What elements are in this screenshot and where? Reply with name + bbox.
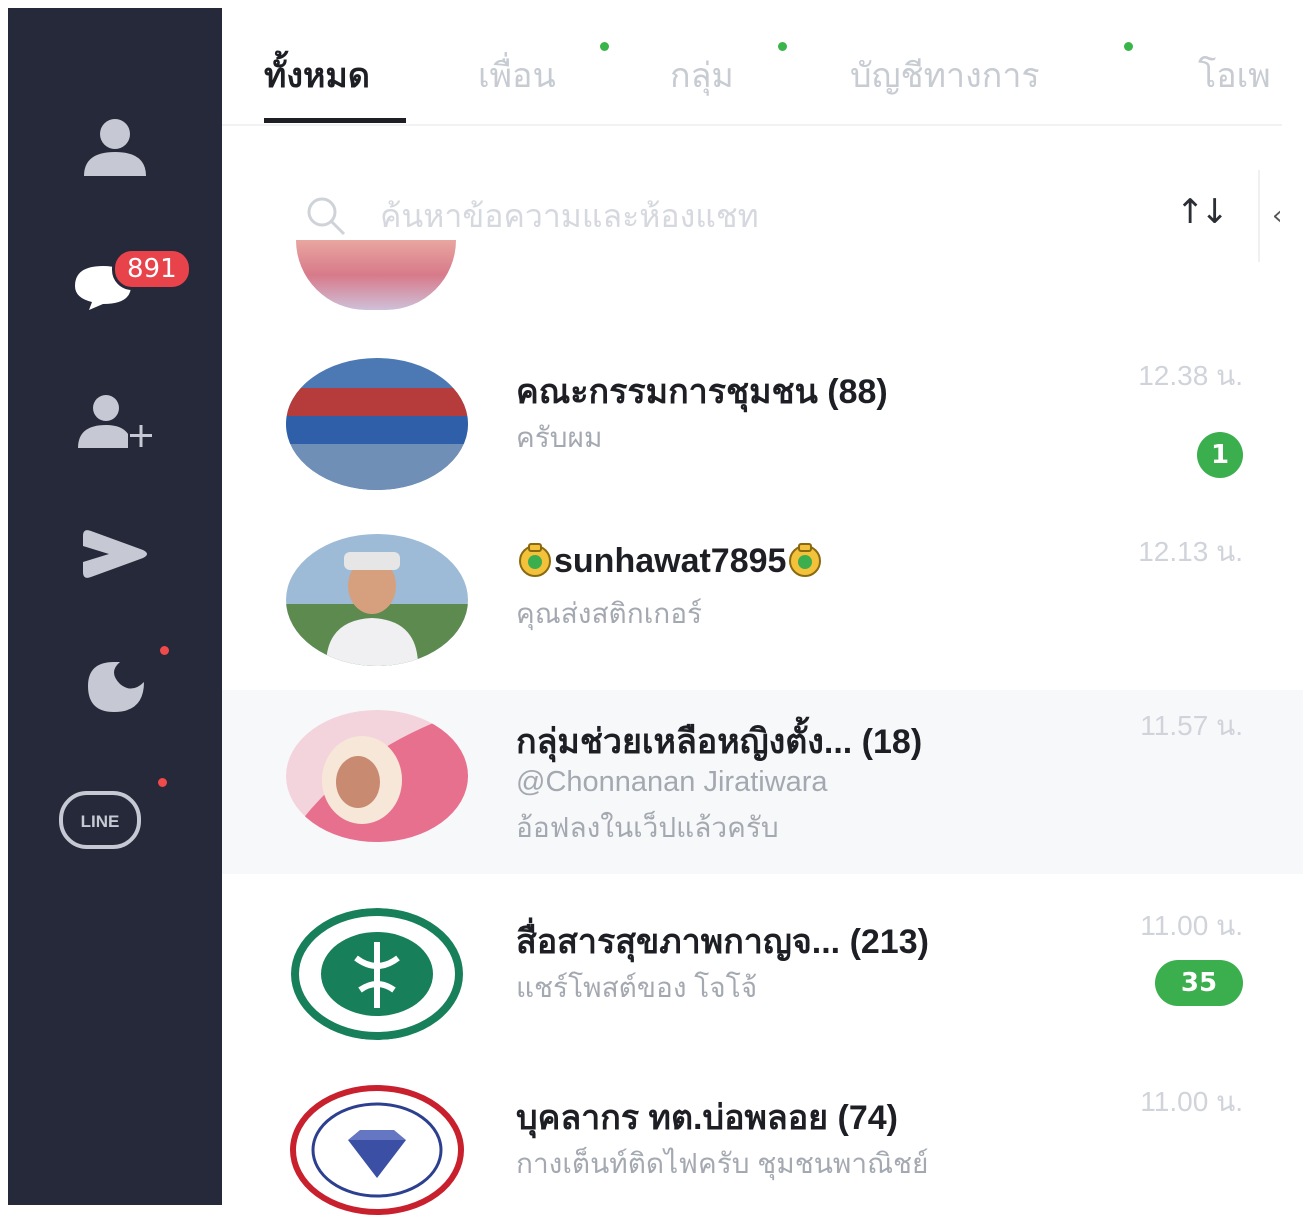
- chat-name: สื่อสารสุขภาพกาญจ... (213): [516, 914, 929, 968]
- chat-row[interactable]: กลุ่มช่วยเหลือหญิงตั้ง... (18) @Chonnana…: [222, 690, 1303, 874]
- sidebar: 891 LINE: [8, 8, 222, 1205]
- avatar: [286, 358, 468, 490]
- tabs-divider: [222, 124, 1282, 126]
- search-icon: [307, 197, 346, 236]
- chat-preview: ครับผม: [516, 422, 603, 453]
- chat-name-text: บุคลากร ทต.บ่อพลอย: [516, 1099, 829, 1137]
- chat-time: 11.00 น.: [1140, 910, 1243, 941]
- chat-preview: แชร์โพสต์ของ โจโจ้: [516, 972, 758, 1003]
- unread-count-badge: 1: [1197, 432, 1243, 478]
- chat-time: 11.57 น.: [1140, 710, 1243, 741]
- money-bag-icon: [519, 543, 551, 577]
- chat-preview: คุณส่งสติกเกอร์: [516, 598, 703, 629]
- chat-name-text: sunhawat7895: [554, 542, 787, 580]
- partial-chat-avatar: [296, 240, 456, 310]
- chat-name: คณะกรรมการชุมชน (88): [516, 364, 888, 418]
- member-count: (18): [861, 723, 923, 761]
- play-arrow-icon: [83, 530, 147, 578]
- add-friend-nav-button[interactable]: [8, 394, 222, 450]
- tab-openchat[interactable]: โอเพ: [1198, 48, 1271, 102]
- tab-groups-dot: [778, 42, 787, 51]
- news-nav-button[interactable]: [8, 658, 222, 714]
- chat-time: 12.13 น.: [1138, 536, 1243, 567]
- member-count: (88): [827, 373, 888, 411]
- chevron-left-icon: ‹: [1272, 201, 1283, 231]
- tab-official-dot: [1124, 42, 1133, 51]
- chat-time: 11.00 น.: [1140, 1086, 1243, 1117]
- sort-arrows-icon: ↑↓: [1176, 192, 1229, 232]
- chat-name-text: คณะกรรมการชุมชน: [516, 373, 818, 411]
- collapse-panel-button[interactable]: ‹: [1258, 170, 1303, 262]
- tab-groups[interactable]: กลุ่ม: [670, 48, 734, 102]
- money-bag-icon: [789, 543, 822, 577]
- chat-mention: @Chonnanan Jiratiwara: [516, 766, 828, 798]
- search-input[interactable]: [378, 192, 1082, 240]
- line-logo-icon: LINE: [59, 791, 141, 849]
- tab-friends-dot: [600, 42, 609, 51]
- chat-name-text: กลุ่มช่วยเหลือหญิงตั้ง...: [516, 723, 853, 761]
- active-tab-underline: [264, 118, 406, 123]
- chat-time: 12.38 น.: [1138, 360, 1243, 391]
- member-count: (213): [849, 923, 929, 961]
- member-count: (74): [837, 1099, 898, 1137]
- line-logo-text: LINE: [81, 812, 120, 831]
- person-icon: [84, 119, 146, 176]
- sort-button[interactable]: ↑↓: [1176, 192, 1229, 232]
- avatar: [286, 1084, 468, 1216]
- chat-name: กลุ่มช่วยเหลือหญิงตั้ง... (18): [516, 714, 922, 768]
- voom-nav-button[interactable]: [8, 528, 222, 580]
- avatar: [286, 534, 468, 666]
- friends-nav-button[interactable]: [8, 116, 222, 178]
- avatar: [286, 908, 468, 1040]
- chat-preview: อ้อฟลงในเว็ปแล้วครับ: [516, 812, 779, 843]
- tab-friends[interactable]: เพื่อน: [478, 48, 556, 102]
- chat-name: sunhawat7895: [516, 540, 824, 581]
- filter-tabs: ทั้งหมด เพื่อน กลุ่ม บัญชีทางการ โอเพ: [222, 0, 1303, 124]
- line-home-nav-button[interactable]: LINE: [8, 790, 222, 850]
- chat-preview: กางเต็นท์ติดไฟครับ ชุมชนพาณิชย์: [516, 1148, 929, 1179]
- line-notification-dot: [158, 778, 167, 787]
- unread-chats-badge: 891: [112, 248, 192, 290]
- news-notification-dot: [160, 646, 169, 655]
- avatar: [286, 710, 468, 842]
- chat-row[interactable]: บุคลากร ทต.บ่อพลอย (74) กางเต็นท์ติดไฟคร…: [222, 1066, 1303, 1216]
- tab-official-accounts[interactable]: บัญชีทางการ: [850, 48, 1040, 102]
- chat-name-text: สื่อสารสุขภาพกาญจ...: [516, 923, 841, 961]
- moon-icon: [88, 662, 144, 712]
- chat-row[interactable]: คณะกรรมการชุมชน (88) ครับผม 12.38 น. 1: [222, 340, 1303, 516]
- chat-name: บุคลากร ทต.บ่อพลอย (74): [516, 1090, 898, 1144]
- chat-row[interactable]: sunhawat7895 คุณส่งสติกเกอร์ 12.13 น.: [222, 516, 1303, 692]
- chat-row[interactable]: สื่อสารสุขภาพกาญจ... (213) แชร์โพสต์ของ …: [222, 890, 1303, 1066]
- line-app-window: 891 LINE ทั้งหมด เพื่อน กลุ่ม บัญชีทางกา…: [0, 0, 1303, 1216]
- add-person-icon: [78, 395, 152, 448]
- tab-all[interactable]: ทั้งหมด: [264, 48, 370, 102]
- unread-count-badge: 35: [1155, 960, 1243, 1006]
